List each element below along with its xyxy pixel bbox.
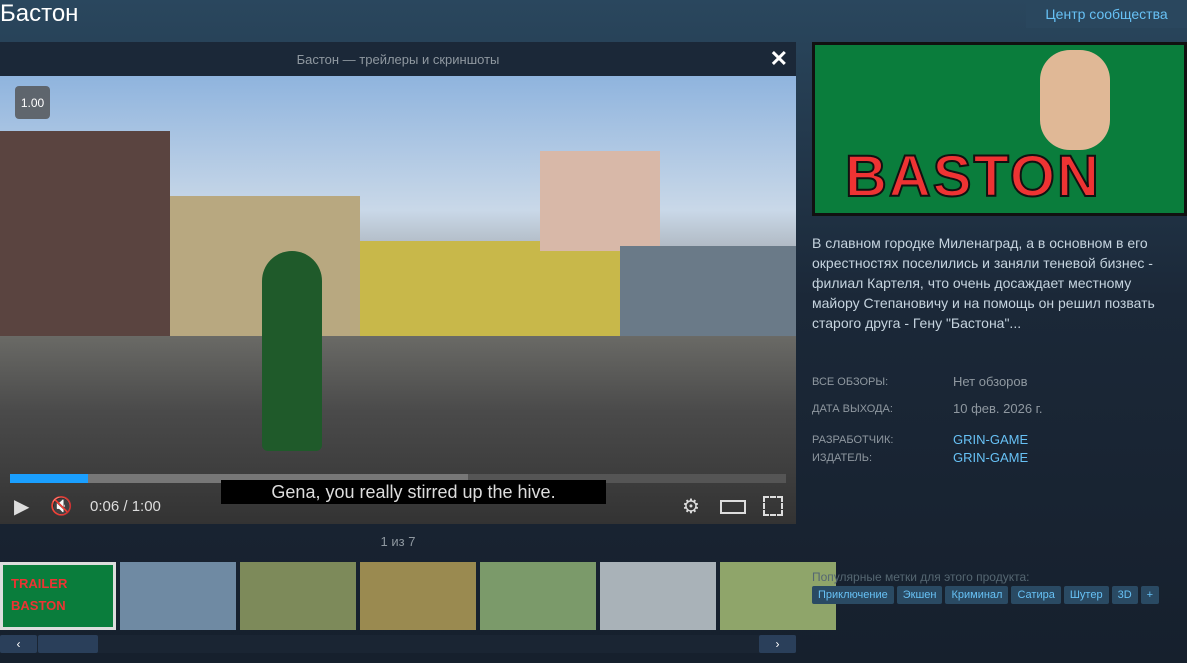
building bbox=[540, 151, 660, 251]
character-face bbox=[1040, 50, 1110, 150]
mute-icon[interactable]: 🔇 bbox=[50, 496, 72, 517]
subtitle: Gena, you really stirred up the hive. bbox=[221, 480, 606, 504]
thumbnail[interactable] bbox=[480, 562, 596, 630]
media-player: Бастон — трейлеры и скриншоты ✕ 1.00 Gen… bbox=[0, 42, 796, 524]
scroll-thumb[interactable] bbox=[38, 635, 98, 653]
tags-list: Приключение Экшен Криминал Сатира Шутер 3D + bbox=[812, 586, 1160, 604]
fullscreen-icon[interactable] bbox=[763, 496, 783, 516]
video-frame[interactable]: 1.00 Gena, you really stirred up the hiv… bbox=[0, 76, 796, 524]
publisher-link[interactable]: GRIN-GAME bbox=[953, 450, 1028, 465]
scroll-right-button[interactable]: › bbox=[759, 635, 796, 653]
thumbnail[interactable] bbox=[360, 562, 476, 630]
page-title: Бастон bbox=[0, 0, 79, 27]
character bbox=[262, 251, 322, 451]
thumbnail-strip: TRAILER BASTON bbox=[0, 562, 836, 632]
building bbox=[360, 241, 620, 336]
building bbox=[620, 246, 796, 336]
capsule-logo: BASTON bbox=[844, 143, 1101, 210]
settings-icon[interactable]: ⚙ bbox=[682, 494, 700, 519]
developer-link[interactable]: GRIN-GAME bbox=[953, 432, 1028, 447]
scroll-left-button[interactable]: ‹ bbox=[0, 635, 37, 653]
thumbnail-scrollbar[interactable]: ‹ › bbox=[0, 635, 796, 653]
community-hub-button[interactable]: Центр сообщества bbox=[1026, 0, 1187, 28]
tag[interactable]: Экшен bbox=[896, 586, 943, 604]
tag[interactable]: + bbox=[1140, 586, 1160, 604]
thumbnail[interactable]: TRAILER BASTON bbox=[0, 562, 116, 630]
tag[interactable]: Шутер bbox=[1063, 586, 1109, 604]
close-icon[interactable]: ✕ bbox=[770, 46, 788, 72]
release-date-value: 10 фев. 2026 г. bbox=[953, 401, 1043, 416]
player-title: Бастон — трейлеры и скриншоты bbox=[296, 51, 500, 67]
publisher-label: ИЗДАТЕЛЬ: bbox=[812, 452, 873, 464]
game-description: В славном городке Миленаград, а в основн… bbox=[812, 235, 1155, 331]
media-counter: 1 из 7 bbox=[380, 534, 416, 549]
thumbnail[interactable] bbox=[600, 562, 716, 630]
reviews-value: Нет обзоров bbox=[953, 374, 1028, 389]
tags-label: Популярные метки для этого продукта: bbox=[812, 570, 1030, 584]
tag[interactable]: Криминал bbox=[945, 586, 1009, 604]
thumbnail[interactable] bbox=[240, 562, 356, 630]
game-capsule-image: BASTON bbox=[812, 42, 1187, 216]
tag[interactable]: 3D bbox=[1111, 586, 1138, 604]
developer-label: РАЗРАБОТЧИК: bbox=[812, 434, 894, 446]
tag[interactable]: Сатира bbox=[1011, 586, 1061, 604]
thumbnail[interactable] bbox=[120, 562, 236, 630]
tag[interactable]: Приключение bbox=[812, 586, 894, 604]
playback-speed[interactable]: 1.00 bbox=[15, 86, 50, 119]
theater-mode-icon[interactable] bbox=[720, 500, 746, 514]
play-icon[interactable]: ▶ bbox=[14, 494, 29, 519]
release-date-label: ДАТА ВЫХОДА: bbox=[812, 403, 893, 415]
time-display: 0:06 / 1:00 bbox=[90, 498, 161, 515]
player-header: Бастон — трейлеры и скриншоты ✕ bbox=[0, 42, 796, 76]
reviews-label: ВСЕ ОБЗОРЫ: bbox=[812, 376, 889, 388]
building bbox=[0, 131, 170, 336]
